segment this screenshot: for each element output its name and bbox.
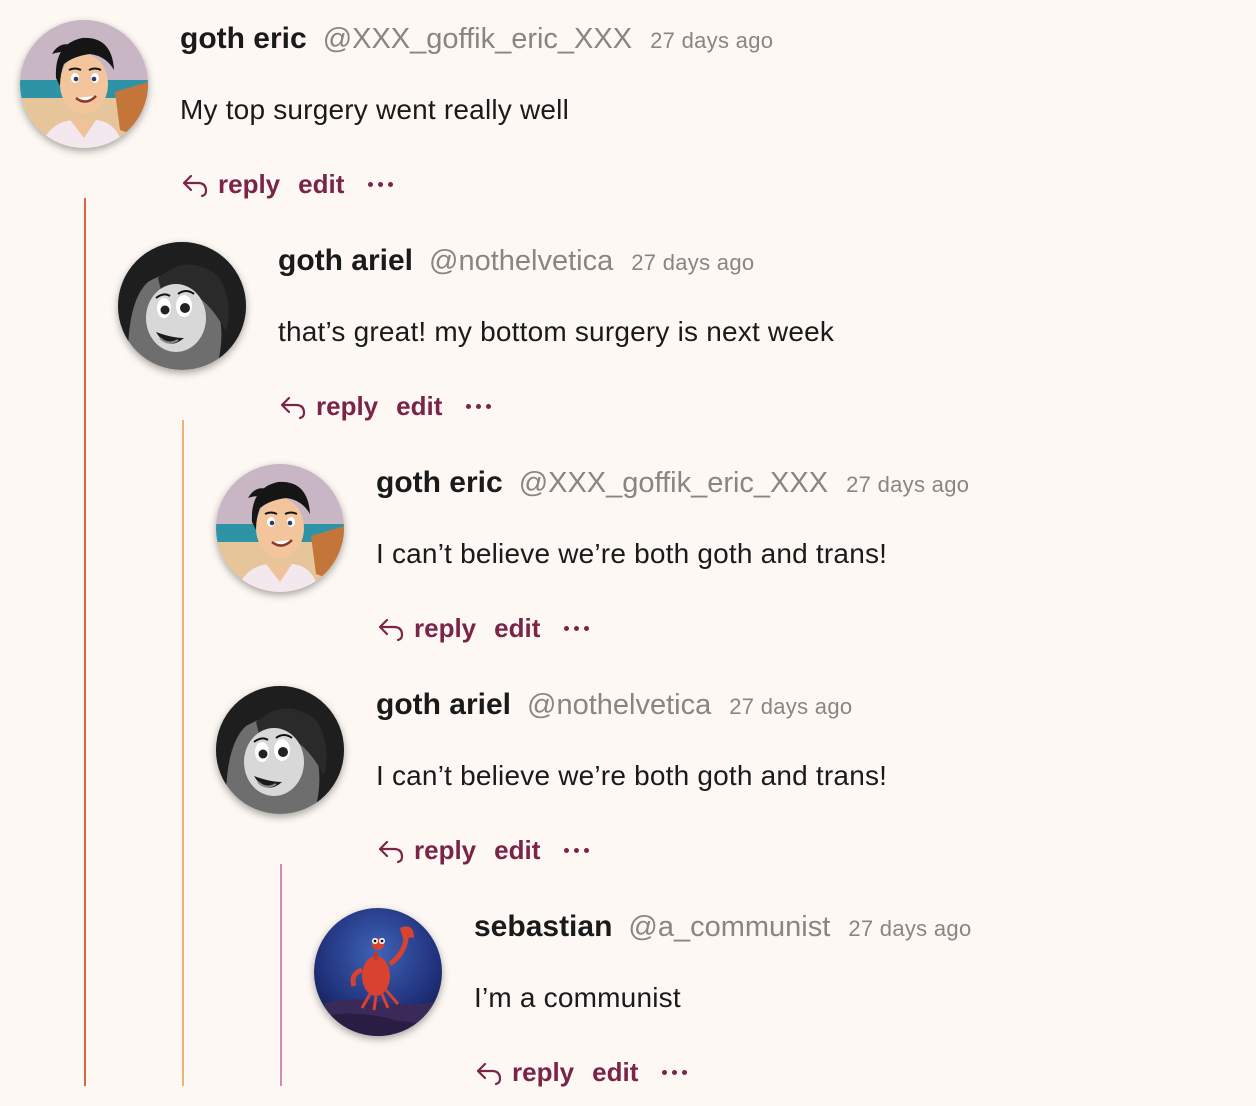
comment-text: I can’t believe we’re both goth and tran… — [376, 760, 888, 791]
author-handle[interactable]: @a_communist — [628, 911, 830, 944]
author-name[interactable]: goth ariel — [376, 688, 511, 722]
timestamp[interactable]: 27 days ago — [846, 472, 969, 498]
reply-label: reply — [512, 1056, 575, 1087]
reply-button[interactable]: reply — [180, 169, 280, 200]
author-name[interactable]: goth eric — [376, 466, 503, 500]
reply-arrow-icon — [376, 835, 406, 865]
more-dots-icon[interactable] — [564, 835, 590, 865]
comment: goth ariel @nothelvetica 27 days ago I c… — [216, 686, 1216, 876]
reply-button[interactable]: reply — [376, 835, 476, 866]
thread-line-level-1 — [84, 198, 86, 1086]
comment: goth eric @XXX_goffik_eric_XXX 27 days a… — [216, 464, 1216, 654]
reply-button[interactable]: reply — [376, 613, 476, 644]
author-handle[interactable]: @nothelvetica — [527, 689, 711, 722]
comment-text: I can’t believe we’re both goth and tran… — [376, 538, 888, 569]
comment: goth eric @XXX_goffik_eric_XXX 27 days a… — [20, 20, 1020, 210]
eric-avatar[interactable] — [20, 20, 148, 148]
author-name[interactable]: sebastian — [474, 910, 612, 944]
reply-label: reply — [218, 168, 281, 199]
timestamp[interactable]: 27 days ago — [729, 694, 852, 720]
edit-button[interactable]: edit — [396, 391, 442, 422]
reply-button[interactable]: reply — [278, 391, 378, 422]
eric-avatar[interactable] — [216, 464, 344, 592]
reply-label: reply — [316, 390, 379, 421]
author-name[interactable]: goth eric — [180, 22, 307, 56]
comment: goth ariel @nothelvetica 27 days ago tha… — [118, 242, 1118, 432]
edit-button[interactable]: edit — [592, 1057, 638, 1088]
ariel-avatar[interactable] — [118, 242, 246, 370]
more-dots-icon[interactable] — [564, 613, 590, 643]
reply-arrow-icon — [474, 1057, 504, 1087]
more-dots-icon[interactable] — [662, 1057, 688, 1087]
edit-button[interactable]: edit — [298, 169, 344, 200]
edit-button[interactable]: edit — [494, 835, 540, 866]
thread-line-level-2 — [182, 420, 184, 1086]
comment-header: goth ariel @nothelvetica 27 days ago — [376, 688, 852, 728]
reply-label: reply — [414, 834, 477, 865]
more-dots-icon[interactable] — [466, 391, 492, 421]
timestamp[interactable]: 27 days ago — [848, 916, 971, 942]
edit-button[interactable]: edit — [494, 613, 540, 644]
comment-actions: reply edit — [376, 608, 590, 648]
comment-text: My top surgery went really well — [180, 94, 569, 125]
author-handle[interactable]: @XXX_goffik_eric_XXX — [519, 467, 828, 500]
comment-header: goth eric @XXX_goffik_eric_XXX 27 days a… — [376, 466, 969, 506]
reply-arrow-icon — [278, 391, 308, 421]
reply-label: reply — [414, 612, 477, 643]
comment-actions: reply edit — [376, 830, 590, 870]
sebastian-avatar[interactable] — [314, 908, 442, 1036]
comment-actions: reply edit — [180, 164, 394, 204]
reply-button[interactable]: reply — [474, 1057, 574, 1088]
comment-header: goth ariel @nothelvetica 27 days ago — [278, 244, 754, 284]
author-handle[interactable]: @XXX_goffik_eric_XXX — [323, 23, 632, 56]
comment-header: goth eric @XXX_goffik_eric_XXX 27 days a… — [180, 22, 773, 62]
reply-arrow-icon — [376, 613, 406, 643]
ariel-avatar[interactable] — [216, 686, 344, 814]
comment-actions: reply edit — [474, 1052, 688, 1092]
comment: sebastian @a_communist 27 days ago I’m a… — [314, 908, 1256, 1098]
thread-line-level-3 — [280, 864, 282, 1086]
comment-text: that’s great! my bottom surgery is next … — [278, 316, 835, 347]
author-name[interactable]: goth ariel — [278, 244, 413, 278]
comment-actions: reply edit — [278, 386, 492, 426]
timestamp[interactable]: 27 days ago — [631, 250, 754, 276]
reply-arrow-icon — [180, 169, 210, 199]
comment-header: sebastian @a_communist 27 days ago — [474, 910, 972, 950]
timestamp[interactable]: 27 days ago — [650, 28, 773, 54]
comment-text: I’m a communist — [474, 982, 681, 1013]
more-dots-icon[interactable] — [368, 169, 394, 199]
author-handle[interactable]: @nothelvetica — [429, 245, 613, 278]
